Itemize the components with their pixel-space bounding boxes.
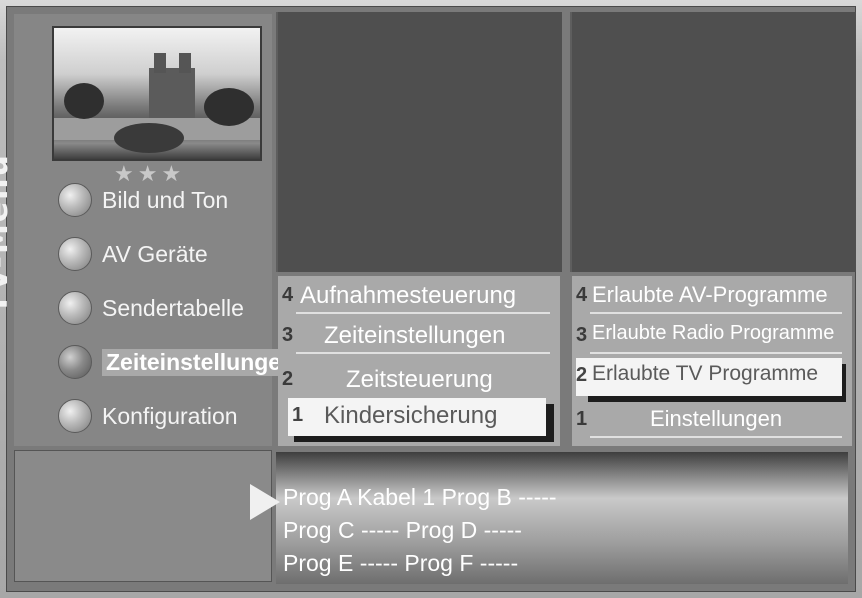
item-label: Kindersicherung — [324, 402, 498, 429]
info-box — [14, 450, 272, 582]
menu-item-label: Bild und Ton — [102, 186, 229, 213]
item-number: 2 — [576, 364, 588, 386]
menu-item-label: Konfiguration — [102, 402, 238, 429]
subsubmenu-item-erlaubte-tv-programme[interactable]: 2 Erlaubte TV Programme — [572, 356, 852, 402]
item-label: Erlaubte AV-Programme — [592, 282, 828, 307]
menu-item-label: Sendertabelle — [102, 294, 244, 321]
submenu-item-aufnahmesteuerung[interactable]: 4 Aufnahmesteuerung — [278, 276, 560, 316]
item-number: 1 — [576, 408, 588, 430]
item-label: Zeiteinstellungen — [324, 322, 506, 349]
menu-title: TV-Menü — [0, 153, 15, 314]
item-number: 4 — [282, 284, 294, 306]
item-label: Aufnahmesteuerung — [300, 282, 517, 309]
program-line-1[interactable]: Prog A Kabel 1 Prog B ----- — [283, 484, 557, 511]
preview-image — [52, 26, 262, 161]
submenu-list: 4 Aufnahmesteuerung 3 Zeiteinstellungen … — [278, 276, 560, 446]
item-number: 4 — [576, 284, 588, 306]
menu-item-zeiteinstellungen[interactable]: Zeiteinstellungen — [58, 342, 300, 382]
subsubmenu-item-erlaubte-av-programme[interactable]: 4 Erlaubte AV-Programme — [572, 276, 852, 316]
item-label: Erlaubte Radio Programme — [592, 322, 835, 344]
menu-item-bild-und-ton[interactable]: Bild und Ton — [58, 180, 228, 220]
subsubmenu-item-erlaubte-radio-programme[interactable]: 3 Erlaubte Radio Programme — [572, 316, 852, 356]
subsubmenu-header-panel — [570, 12, 856, 272]
item-label: Erlaubte TV Programme — [592, 362, 819, 385]
menu-item-konfiguration[interactable]: Konfiguration — [58, 396, 238, 436]
item-number: 3 — [282, 324, 294, 346]
bullet-icon — [58, 291, 92, 325]
submenu-item-kindersicherung[interactable]: 1 Kindersicherung — [278, 396, 560, 442]
tv-screen: ★★★ TV-Menü Bild und Ton AV Geräte Sende… — [0, 0, 862, 598]
bullet-icon — [58, 345, 92, 379]
item-number: 1 — [292, 404, 304, 426]
menu-item-sendertabelle[interactable]: Sendertabelle — [58, 288, 244, 328]
pointer-arrow-icon — [250, 484, 280, 520]
main-menu-panel: ★★★ TV-Menü Bild und Ton AV Geräte Sende… — [0, 14, 300, 446]
program-line-3[interactable]: Prog E ----- Prog F ----- — [283, 550, 518, 577]
bullet-icon — [58, 237, 92, 271]
bullet-icon — [58, 399, 92, 433]
item-label: Einstellungen — [650, 406, 783, 431]
menu-item-av-geraete[interactable]: AV Geräte — [58, 234, 208, 274]
item-number: 3 — [576, 324, 588, 346]
bullet-icon — [58, 183, 92, 217]
menu-item-label: AV Geräte — [102, 240, 208, 267]
submenu-header-panel — [276, 12, 562, 272]
submenu-item-zeitsteuerung[interactable]: 2 Zeitsteuerung — [278, 360, 560, 400]
subsubmenu-item-einstellungen[interactable]: 1 Einstellungen — [572, 400, 852, 440]
item-number: 2 — [282, 368, 294, 390]
program-line-2[interactable]: Prog C ----- Prog D ----- — [283, 517, 522, 544]
menu-item-label: Zeiteinstellungen — [102, 348, 300, 376]
item-label: Zeitsteuerung — [346, 366, 493, 393]
submenu-item-zeiteinstellungen[interactable]: 3 Zeiteinstellungen — [278, 316, 560, 356]
subsubmenu-list: 4 Erlaubte AV-Programme 3 Erlaubte Radio… — [572, 276, 852, 446]
